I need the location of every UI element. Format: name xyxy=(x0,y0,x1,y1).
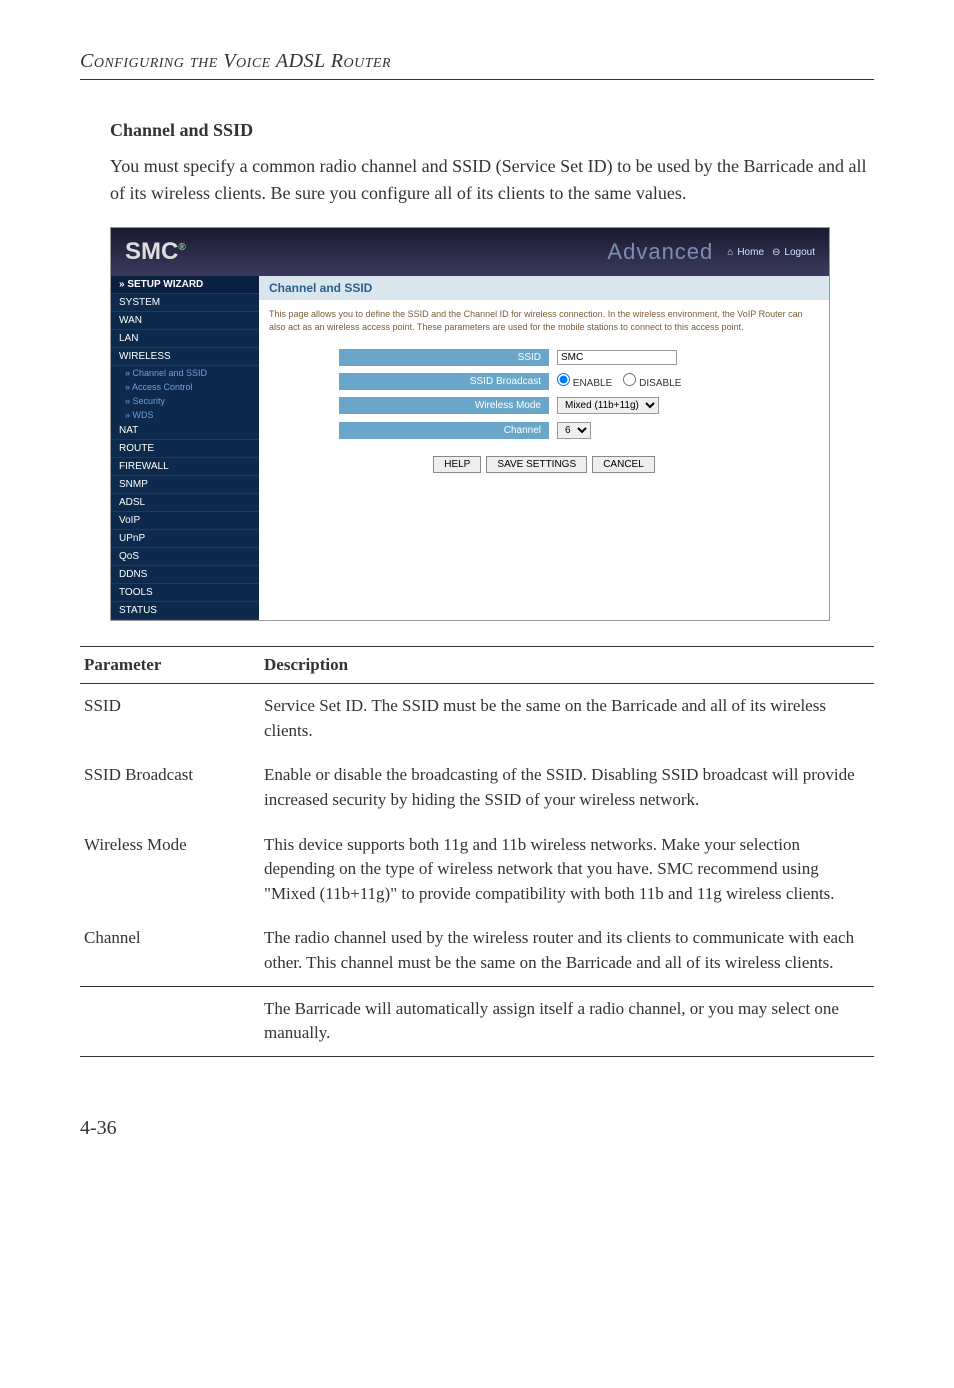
advanced-label: Advanced xyxy=(607,239,713,265)
enable-text: ENABLE xyxy=(573,378,612,389)
screenshot-header: SMC® Advanced ⌂ Home ⊖ Logout xyxy=(111,228,829,276)
sidebar-sub-security[interactable]: » Security xyxy=(111,394,259,408)
desc-channel2: The Barricade will automatically assign … xyxy=(260,986,874,1056)
panel-note: This page allows you to define the SSID … xyxy=(259,300,829,341)
sidebar-qos[interactable]: QoS xyxy=(111,548,259,566)
mode-field: Mixed (11b+11g) xyxy=(549,394,667,417)
disable-option[interactable]: DISABLE xyxy=(623,378,681,389)
screenshot-body: » SETUP WIZARD SYSTEM WAN LAN WIRELESS »… xyxy=(111,276,829,620)
mode-label: Wireless Mode xyxy=(339,397,549,414)
desc-mode: This device supports both 11g and 11b wi… xyxy=(260,823,874,917)
ssid-label: SSID xyxy=(339,349,549,366)
logo-sup: ® xyxy=(178,242,185,253)
logout-link[interactable]: Logout xyxy=(784,247,815,258)
row-ssid: SSID xyxy=(259,347,829,368)
sidebar-lan[interactable]: LAN xyxy=(111,330,259,348)
param-channel: Channel xyxy=(80,916,260,986)
channel-label: Channel xyxy=(339,422,549,439)
logo-text: SMC xyxy=(125,238,178,265)
disable-radio[interactable] xyxy=(623,373,636,386)
disable-text: DISABLE xyxy=(639,378,681,389)
param-broadcast: SSID Broadcast xyxy=(80,753,260,822)
sidebar-status[interactable]: STATUS xyxy=(111,602,259,620)
desc-broadcast: Enable or disable the broadcasting of th… xyxy=(260,753,874,822)
th-parameter: Parameter xyxy=(80,647,260,684)
row-mode: Wireless Mode Mixed (11b+11g) xyxy=(259,394,829,417)
save-button[interactable]: SAVE SETTINGS xyxy=(486,456,587,473)
desc-channel: The radio channel used by the wireless r… xyxy=(260,916,874,986)
sidebar-firewall[interactable]: FIREWALL xyxy=(111,458,259,476)
enable-radio[interactable] xyxy=(557,373,570,386)
table-row: SSID Broadcast Enable or disable the bro… xyxy=(80,753,874,822)
row-channel: Channel 6 xyxy=(259,419,829,442)
ssid-input[interactable] xyxy=(557,350,677,365)
sidebar-route[interactable]: ROUTE xyxy=(111,440,259,458)
sidebar-sub-channel[interactable]: » Channel and SSID xyxy=(111,366,259,380)
sidebar-wireless[interactable]: WIRELESS xyxy=(111,348,259,366)
button-row: HELP SAVE SETTINGS CANCEL xyxy=(259,456,829,473)
sidebar-tools[interactable]: TOOLS xyxy=(111,584,259,602)
sidebar-adsl[interactable]: ADSL xyxy=(111,494,259,512)
panel-title: Channel and SSID xyxy=(259,276,829,300)
sidebar-setup-wizard[interactable]: » SETUP WIZARD xyxy=(111,276,259,294)
param-mode: Wireless Mode xyxy=(80,823,260,917)
param-ssid: SSID xyxy=(80,684,260,754)
broadcast-field: ENABLE DISABLE xyxy=(549,370,689,392)
broadcast-label: SSID Broadcast xyxy=(339,373,549,390)
desc-ssid: Service Set ID. The SSID must be the sam… xyxy=(260,684,874,754)
sidebar-sub-wds[interactable]: » WDS xyxy=(111,408,259,422)
page-header: Configuring the Voice ADSL Router xyxy=(80,50,874,80)
sidebar: » SETUP WIZARD SYSTEM WAN LAN WIRELESS »… xyxy=(111,276,259,620)
section-title: Channel and SSID xyxy=(110,120,874,141)
sidebar-snmp[interactable]: SNMP xyxy=(111,476,259,494)
sidebar-voip[interactable]: VoIP xyxy=(111,512,259,530)
cancel-button[interactable]: CANCEL xyxy=(592,456,655,473)
table-row: Channel The radio channel used by the wi… xyxy=(80,916,874,986)
home-icon: ⌂ xyxy=(727,247,733,258)
row-broadcast: SSID Broadcast ENABLE DISABLE xyxy=(259,370,829,392)
channel-field: 6 xyxy=(549,419,599,442)
parameter-table: Parameter Description SSID Service Set I… xyxy=(80,646,874,1057)
table-row: SSID Service Set ID. The SSID must be th… xyxy=(80,684,874,754)
intro-paragraph: You must specify a common radio channel … xyxy=(110,153,874,207)
table-row: The Barricade will automatically assign … xyxy=(80,986,874,1056)
sidebar-system[interactable]: SYSTEM xyxy=(111,294,259,312)
sidebar-sub-access[interactable]: » Access Control xyxy=(111,380,259,394)
sidebar-nat[interactable]: NAT xyxy=(111,422,259,440)
ssid-field-wrap xyxy=(549,347,685,368)
sidebar-wan[interactable]: WAN xyxy=(111,312,259,330)
channel-select[interactable]: 6 xyxy=(557,422,591,439)
page-number: 4-36 xyxy=(80,1117,874,1140)
enable-option[interactable]: ENABLE xyxy=(557,378,612,389)
form-area: SSID SSID Broadcast ENABLE DISABLE Wirel… xyxy=(259,347,829,473)
main-panel: Channel and SSID This page allows you to… xyxy=(259,276,829,620)
table-row: Wireless Mode This device supports both … xyxy=(80,823,874,917)
header-right: Advanced ⌂ Home ⊖ Logout xyxy=(607,239,815,265)
router-ui-screenshot: SMC® Advanced ⌂ Home ⊖ Logout » SETUP WI… xyxy=(110,227,830,621)
smc-logo: SMC® xyxy=(125,238,186,265)
sidebar-upnp[interactable]: UPnP xyxy=(111,530,259,548)
help-button[interactable]: HELP xyxy=(433,456,481,473)
logout-icon: ⊖ xyxy=(772,247,780,258)
th-description: Description xyxy=(260,647,874,684)
sidebar-ddns[interactable]: DDNS xyxy=(111,566,259,584)
logo-area: SMC® xyxy=(125,238,186,266)
mode-select[interactable]: Mixed (11b+11g) xyxy=(557,397,659,414)
param-blank xyxy=(80,986,260,1056)
home-link[interactable]: Home xyxy=(737,247,764,258)
